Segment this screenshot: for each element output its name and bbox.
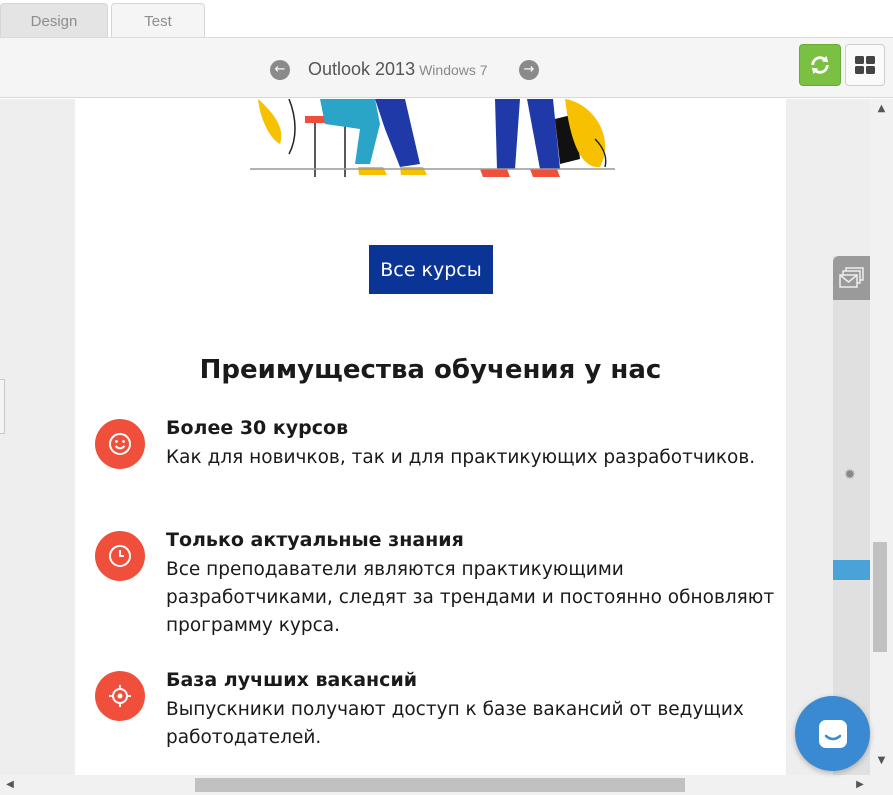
horizontal-scroll-thumb[interactable] [195,778,685,792]
benefit-title: Более 30 курсов [166,417,349,439]
vertical-scroll-thumb[interactable] [873,542,887,652]
scroll-left-arrow-icon[interactable]: ◀ [0,775,20,795]
email-preview-area: Все курсы Преимущества обучения у нас Бо… [0,99,893,775]
refresh-icon [811,55,829,75]
next-client-button[interactable]: → [519,60,539,80]
preview-toolbar: ← Outlook 2013 Windows 7 → [0,37,893,98]
scroll-right-arrow-icon[interactable]: ▶ [850,775,870,795]
arrow-right-circle-icon: → [523,62,535,77]
arrow-left-circle-icon: ← [274,62,286,77]
side-panel-progress [833,560,870,580]
benefit-text: Выпускники получают доступ к базе ваканс… [166,699,744,748]
client-name: Outlook 2013 [308,59,416,79]
tab-design[interactable]: Design [0,3,108,38]
vertical-scrollbar[interactable]: ▲ ▼ [870,99,893,775]
all-courses-button[interactable]: Все курсы [369,245,493,294]
tab-test[interactable]: Test [111,3,205,39]
clock-icon [95,531,145,581]
people-illustration [250,99,615,177]
envelopes-icon [838,267,864,288]
previous-client-button[interactable]: ← [270,60,290,80]
benefit-text: Как для новичков, так и для практикующих… [166,447,756,468]
benefits-heading: Преимущества обучения у нас [199,355,662,385]
benefit-title: Только актуальные знания [166,529,464,551]
refresh-button[interactable] [799,44,841,86]
email-client-label: Outlook 2013 Windows 7 [308,59,488,80]
layout-grid-button[interactable] [845,44,885,86]
scroll-down-arrow-icon[interactable]: ▼ [870,751,893,771]
scroll-up-arrow-icon[interactable]: ▲ [870,99,893,119]
benefit-title: База лучших вакансий [166,669,418,691]
tab-bar: Design Test [0,0,893,39]
loading-spinner-icon: ✹ [844,467,856,483]
left-panel-handle[interactable] [0,379,5,434]
target-icon [95,671,145,721]
client-os: Windows 7 [419,62,488,78]
horizontal-scrollbar[interactable]: ◀ ▶ [0,775,893,795]
smile-icon [95,419,145,469]
benefit-text: Все преподаватели являются практикующими… [166,559,775,636]
side-panel-toggle[interactable] [833,256,870,300]
grid-icon [855,56,875,74]
email-body: Все курсы Преимущества обучения у нас Бо… [75,99,786,775]
chat-icon [818,719,847,748]
chat-launcher-button[interactable] [795,696,870,771]
